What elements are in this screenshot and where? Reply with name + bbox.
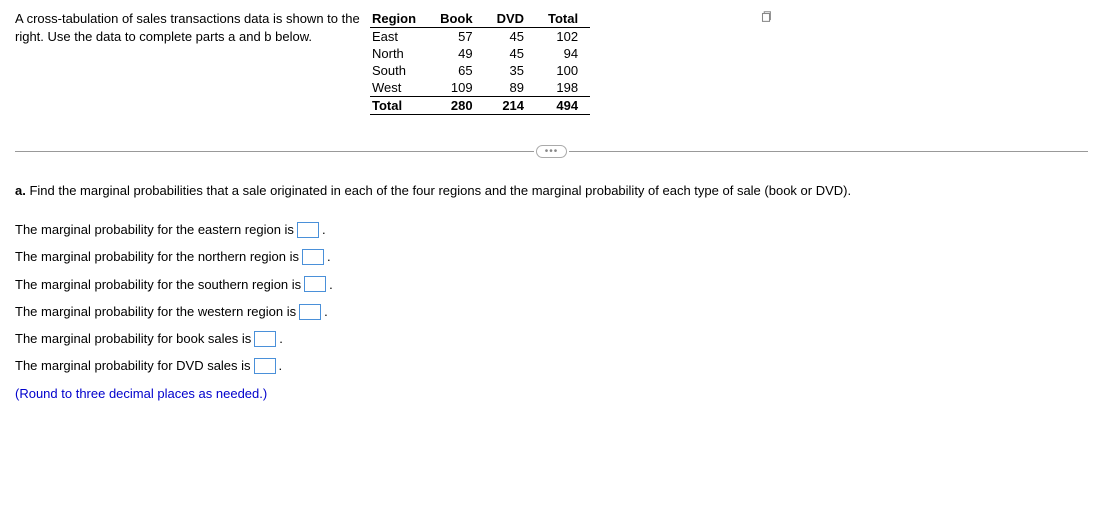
answer-line-south: The marginal probability for the souther…	[15, 271, 1088, 298]
section-divider: •••	[15, 145, 1088, 158]
answer-text: The marginal probability for the norther…	[15, 243, 299, 270]
answer-text: The marginal probability for the western…	[15, 298, 296, 325]
answer-text: The marginal probability for DVD sales i…	[15, 352, 251, 379]
answer-period: .	[327, 243, 331, 270]
header-dvd: DVD	[485, 10, 536, 28]
cell-dvd: 35	[485, 62, 536, 79]
cell-region: West	[370, 79, 428, 97]
question-text: Find the marginal probabilities that a s…	[26, 183, 851, 198]
answer-period: .	[322, 216, 326, 243]
cell-total: 94	[536, 45, 590, 62]
answer-line-west: The marginal probability for the western…	[15, 298, 1088, 325]
question-a: a. Find the marginal probabilities that …	[15, 183, 1088, 198]
cell-book: 109	[428, 79, 485, 97]
answer-period: .	[279, 325, 283, 352]
cross-tab-table: Region Book DVD Total East 57 45 102 Nor…	[370, 10, 590, 115]
expand-pill[interactable]: •••	[536, 145, 568, 158]
intro-text: A cross-tabulation of sales transactions…	[15, 10, 370, 46]
cell-dvd: 45	[485, 45, 536, 62]
cell-dvd: 89	[485, 79, 536, 97]
answer-line-north: The marginal probability for the norther…	[15, 243, 1088, 270]
round-note: (Round to three decimal places as needed…	[15, 380, 1088, 407]
table-row: West 109 89 198	[370, 79, 590, 97]
answer-period: .	[324, 298, 328, 325]
table-row: North 49 45 94	[370, 45, 590, 62]
input-north[interactable]	[302, 249, 324, 265]
cell-book: 280	[428, 97, 485, 115]
answer-lines: The marginal probability for the eastern…	[15, 216, 1088, 407]
cell-total: 494	[536, 97, 590, 115]
answer-line-book: The marginal probability for book sales …	[15, 325, 1088, 352]
copy-icon[interactable]	[759, 10, 773, 27]
input-west[interactable]	[299, 304, 321, 320]
cell-region: North	[370, 45, 428, 62]
answer-text: The marginal probability for book sales …	[15, 325, 251, 352]
answer-text: The marginal probability for the eastern…	[15, 216, 294, 243]
input-book[interactable]	[254, 331, 276, 347]
table-row: East 57 45 102	[370, 28, 590, 46]
divider-line	[15, 151, 534, 152]
cell-region: Total	[370, 97, 428, 115]
cell-book: 49	[428, 45, 485, 62]
answer-text: The marginal probability for the souther…	[15, 271, 301, 298]
top-section: A cross-tabulation of sales transactions…	[15, 10, 1088, 115]
table-row: South 65 35 100	[370, 62, 590, 79]
answer-line-east: The marginal probability for the eastern…	[15, 216, 1088, 243]
header-region: Region	[370, 10, 428, 28]
answer-line-dvd: The marginal probability for DVD sales i…	[15, 352, 1088, 379]
cell-total: 198	[536, 79, 590, 97]
answer-period: .	[279, 352, 283, 379]
divider-line	[569, 151, 1088, 152]
cell-region: South	[370, 62, 428, 79]
answer-period: .	[329, 271, 333, 298]
question-label: a.	[15, 183, 26, 198]
input-east[interactable]	[297, 222, 319, 238]
cell-region: East	[370, 28, 428, 46]
cell-dvd: 214	[485, 97, 536, 115]
cell-dvd: 45	[485, 28, 536, 46]
cell-book: 65	[428, 62, 485, 79]
cell-total: 102	[536, 28, 590, 46]
input-dvd[interactable]	[254, 358, 276, 374]
header-book: Book	[428, 10, 485, 28]
input-south[interactable]	[304, 276, 326, 292]
cell-total: 100	[536, 62, 590, 79]
header-total: Total	[536, 10, 590, 28]
table-total-row: Total 280 214 494	[370, 97, 590, 115]
cell-book: 57	[428, 28, 485, 46]
